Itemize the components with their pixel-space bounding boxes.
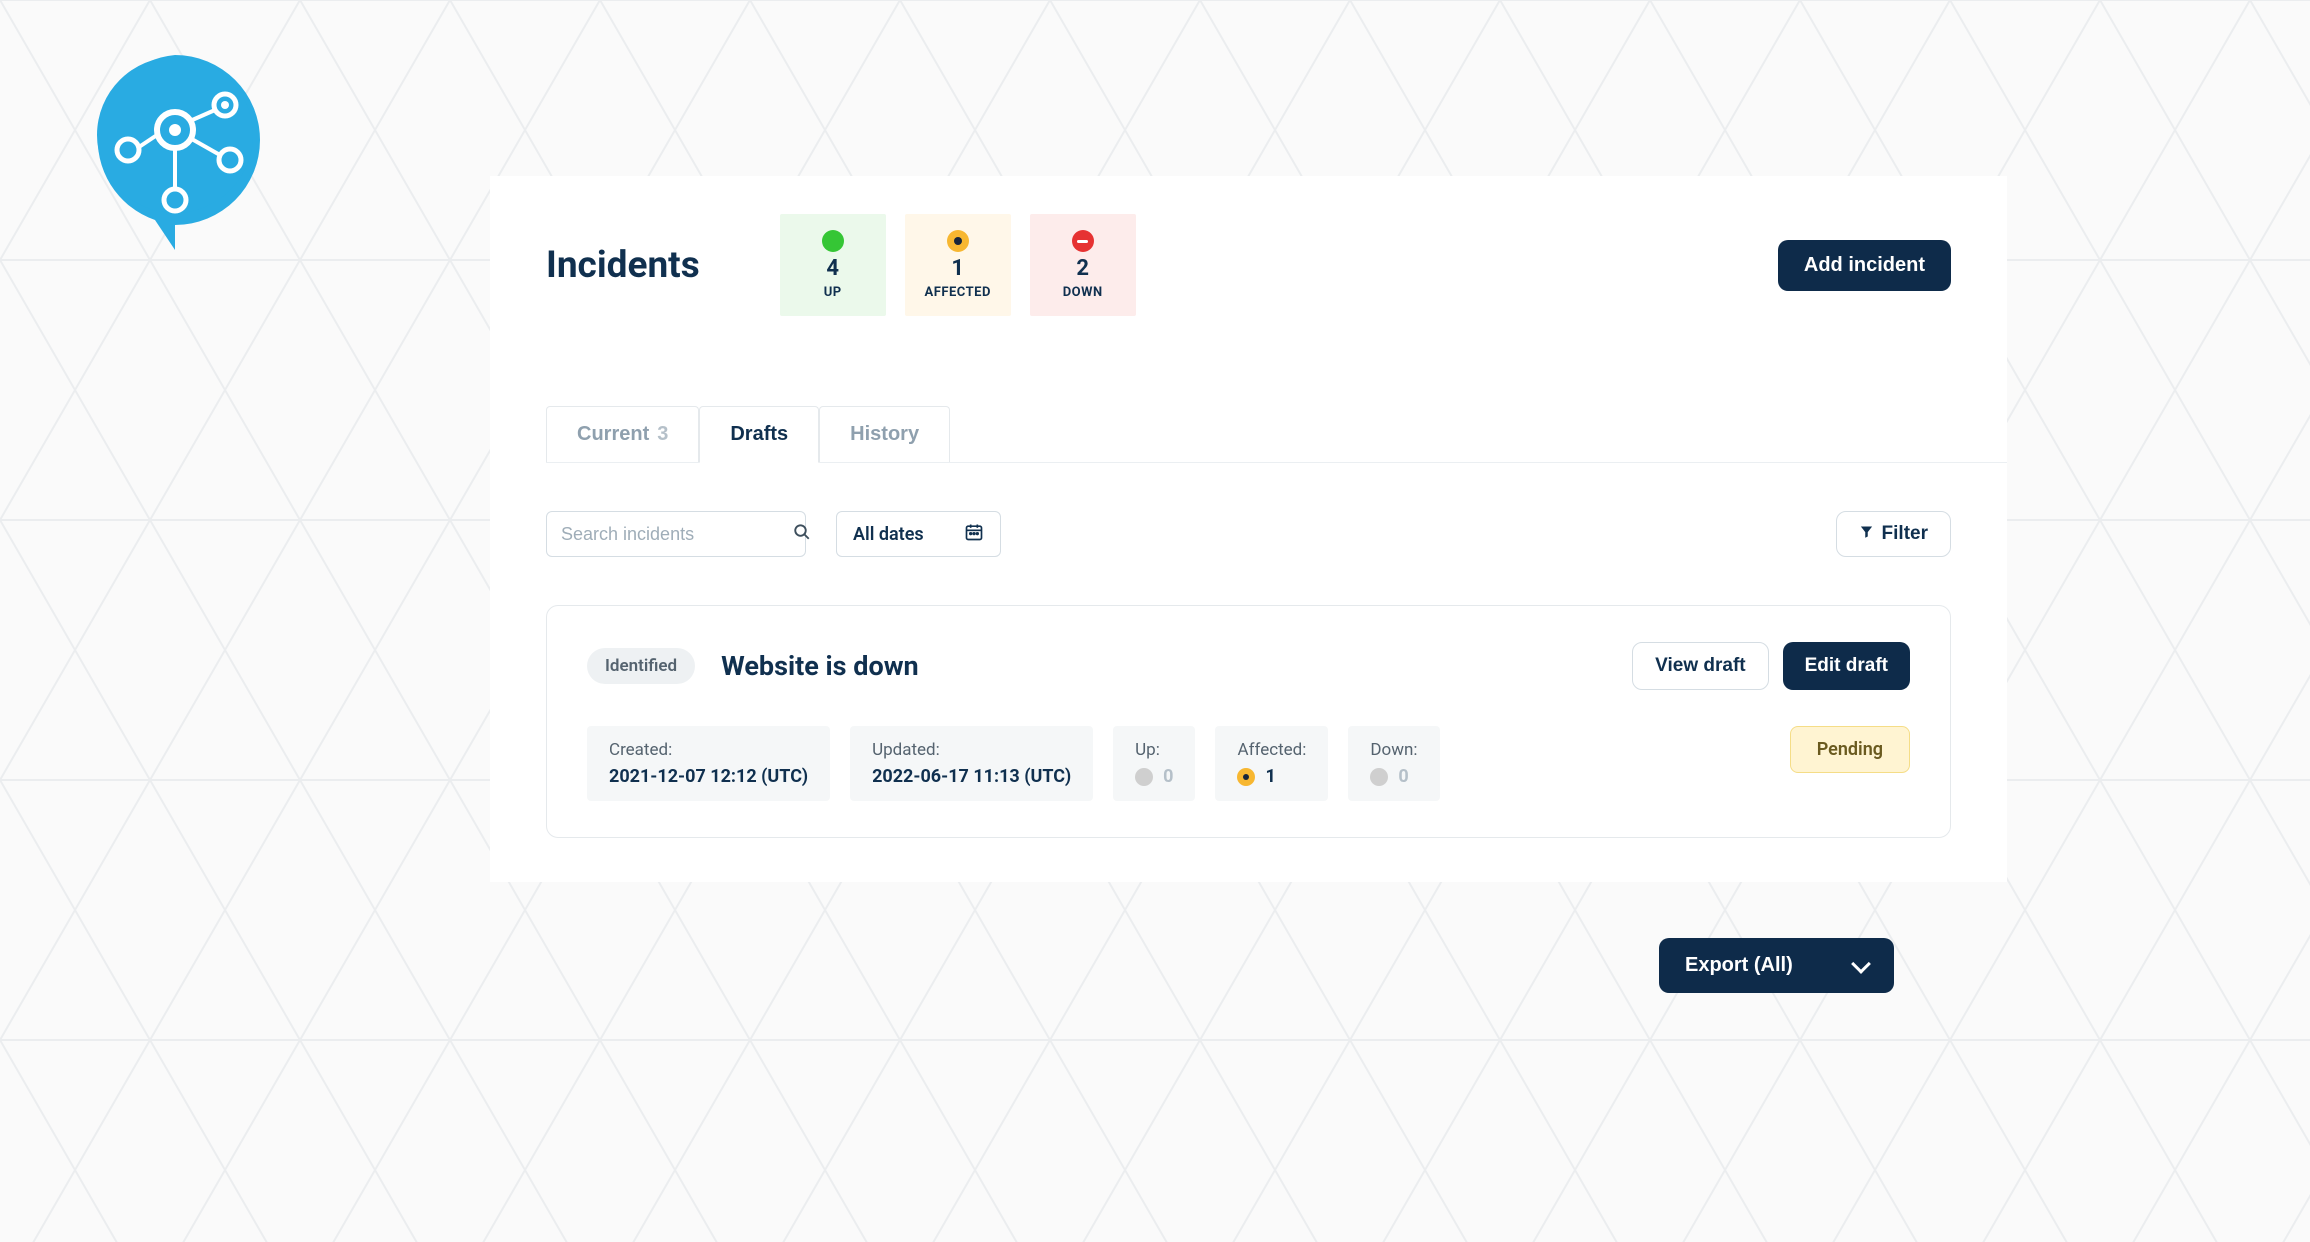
status-down-icon [1072, 230, 1094, 252]
filter-bar: All dates Filter [490, 463, 2007, 557]
status-summary: 4 UP 1 AFFECTED 2 DOWN [780, 214, 1136, 316]
affected-dot-icon [1237, 768, 1255, 786]
edit-draft-button[interactable]: Edit draft [1783, 642, 1910, 690]
meta-affected: Affected: 1 [1215, 726, 1328, 801]
meta-created: Created: 2021-12-07 12:12 (UTC) [587, 726, 830, 801]
incident-title: Website is down [721, 650, 919, 682]
page-title: Incidents [546, 244, 700, 287]
tab-current-label: Current [577, 423, 649, 446]
tab-drafts[interactable]: Drafts [699, 406, 819, 463]
app-logo [90, 55, 260, 259]
meta-up-label: Up: [1135, 740, 1173, 760]
tab-drafts-label: Drafts [730, 423, 788, 446]
tabs: Current 3 Drafts History [546, 406, 2007, 463]
export-button[interactable]: Export (All) [1659, 938, 1894, 993]
meta-updated: Updated: 2022-06-17 11:13 (UTC) [850, 726, 1093, 801]
main-content-card: Incidents 4 UP 1 AFFECTED 2 DOWN Add inc… [490, 176, 2007, 882]
incident-status-badge: Identified [587, 648, 695, 684]
export-button-label: Export (All) [1685, 954, 1793, 977]
status-widget-up: 4 UP [780, 214, 886, 316]
meta-up-value: 0 [1135, 766, 1173, 787]
meta-updated-value: 2022-06-17 11:13 (UTC) [872, 766, 1071, 787]
header-row: Incidents 4 UP 1 AFFECTED 2 DOWN Add inc… [490, 176, 2007, 316]
funnel-icon [1859, 523, 1874, 545]
incident-meta-row: Created: 2021-12-07 12:12 (UTC) Updated:… [587, 726, 1910, 801]
incident-header: Identified Website is down View draft Ed… [587, 642, 1910, 690]
tab-history[interactable]: History [819, 406, 950, 462]
status-up-icon [822, 230, 844, 252]
search-icon[interactable] [793, 523, 811, 545]
meta-down: Down: 0 [1348, 726, 1439, 801]
meta-updated-label: Updated: [872, 740, 1071, 760]
chevron-down-icon [1851, 954, 1871, 974]
meta-created-label: Created: [609, 740, 808, 760]
filter-button[interactable]: Filter [1836, 511, 1951, 557]
calendar-icon [964, 522, 984, 547]
date-filter[interactable]: All dates [836, 511, 1001, 557]
view-draft-button[interactable]: View draft [1632, 642, 1768, 690]
meta-affected-value: 1 [1237, 766, 1306, 787]
status-widget-down: 2 DOWN [1030, 214, 1136, 316]
tab-current[interactable]: Current 3 [546, 406, 699, 462]
meta-down-value: 0 [1370, 766, 1417, 787]
meta-created-value: 2021-12-07 12:12 (UTC) [609, 766, 808, 787]
incident-card: Identified Website is down View draft Ed… [546, 605, 1951, 838]
tab-history-label: History [850, 423, 919, 446]
search-input[interactable] [561, 524, 793, 545]
status-up-label: UP [824, 285, 842, 300]
status-down-count: 2 [1076, 256, 1089, 281]
filter-button-label: Filter [1882, 523, 1928, 545]
meta-affected-label: Affected: [1237, 740, 1306, 760]
status-widget-affected: 1 AFFECTED [905, 214, 1011, 316]
meta-down-label: Down: [1370, 740, 1417, 760]
date-filter-label: All dates [853, 524, 924, 545]
status-affected-icon [947, 230, 969, 252]
up-dot-icon [1135, 768, 1153, 786]
search-box [546, 511, 806, 557]
meta-up: Up: 0 [1113, 726, 1195, 801]
pending-badge: Pending [1790, 726, 1910, 773]
status-down-label: DOWN [1063, 285, 1103, 300]
tab-current-count: 3 [657, 423, 668, 446]
add-incident-button[interactable]: Add incident [1778, 240, 1951, 291]
down-dot-icon [1370, 768, 1388, 786]
status-up-count: 4 [826, 256, 839, 281]
status-affected-count: 1 [951, 256, 964, 281]
status-affected-label: AFFECTED [924, 285, 990, 300]
